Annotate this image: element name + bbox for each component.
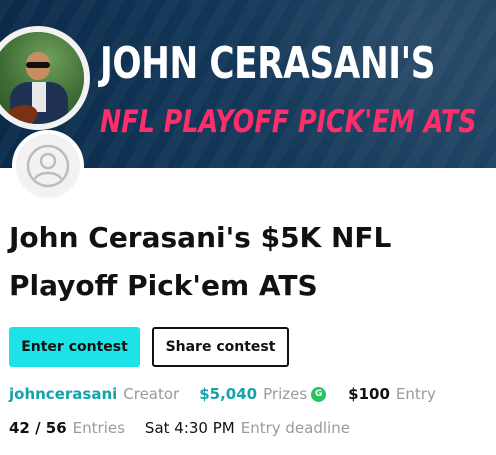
creator-label: Creator — [123, 385, 180, 403]
prizes-value: $5,040 — [199, 385, 258, 403]
deadline-label: Entry deadline — [240, 419, 350, 437]
contest-meta-row: johncerasani Creator $5,040 Prizes G $10… — [9, 385, 436, 403]
guaranteed-badge-icon: G — [311, 386, 327, 402]
entry-fee-value: $100 — [348, 385, 390, 403]
enter-contest-button[interactable]: Enter contest — [9, 327, 140, 367]
banner-subtitle: NFL PLAYOFF PICK'EM ATS — [100, 104, 477, 140]
prizes-label: Prizes — [263, 385, 308, 403]
banner-title: JOHN CERASANI'S — [100, 38, 436, 89]
creator-link[interactable]: johncerasani — [9, 385, 117, 403]
host-photo — [0, 26, 90, 130]
entries-count: 42 / 56 — [9, 419, 67, 437]
user-icon — [26, 144, 70, 188]
contest-stats-row: 42 / 56 Entries Sat 4:30 PM Entry deadli… — [9, 419, 350, 437]
share-contest-button[interactable]: Share contest — [152, 327, 289, 367]
contest-title: John Cerasani's $5K NFL Playoff Pick'em … — [9, 221, 392, 302]
entries-label: Entries — [72, 419, 125, 437]
deadline-value: Sat 4:30 PM — [144, 419, 235, 437]
entry-fee-label: Entry — [395, 385, 436, 403]
creator-avatar[interactable] — [12, 130, 84, 202]
